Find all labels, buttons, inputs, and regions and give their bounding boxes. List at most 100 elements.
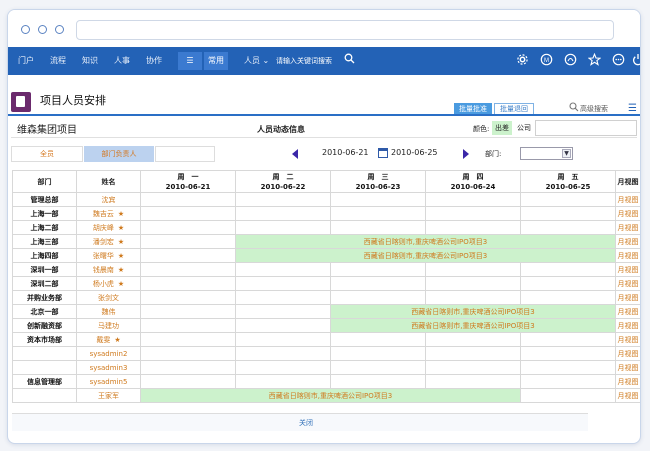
advanced-search-link[interactable]: 高级搜索 (580, 104, 608, 114)
person-cell[interactable]: 沈宾 (76, 192, 141, 207)
nav-item-hr[interactable]: 人事 (114, 47, 130, 75)
person-cell[interactable]: 胡庆峰 ★ (76, 220, 141, 235)
day-cell[interactable] (330, 346, 426, 361)
person-cell[interactable]: 潘剑宏 ★ (76, 234, 141, 249)
day-cell[interactable] (140, 206, 236, 221)
day-cell[interactable] (425, 290, 521, 305)
day-cell[interactable] (235, 262, 331, 277)
tab-dept-leader[interactable]: 部门负责人 (84, 146, 154, 162)
day-cell[interactable] (520, 290, 616, 305)
person-cell[interactable]: 钱晨南 ★ (76, 262, 141, 277)
nav-item-knowledge[interactable]: 知识 (82, 47, 98, 75)
day-cell[interactable] (235, 374, 331, 389)
month-view-link[interactable]: 月视图 (615, 388, 640, 403)
day-cell[interactable] (520, 262, 616, 277)
day-cell[interactable] (330, 332, 426, 347)
day-cell[interactable] (235, 276, 331, 291)
day-cell[interactable] (330, 262, 426, 277)
day-cell[interactable] (425, 192, 521, 207)
month-view-link[interactable]: 月视图 (615, 318, 640, 333)
person-cell[interactable]: 王家军 (76, 388, 141, 403)
address-bar[interactable] (76, 20, 614, 40)
day-cell[interactable] (140, 276, 236, 291)
close-button[interactable]: 关闭 (299, 418, 313, 428)
list-icon[interactable]: ☰ (628, 103, 637, 114)
day-cell[interactable] (235, 206, 331, 221)
dept-select[interactable]: ▼ (520, 147, 573, 160)
month-view-link[interactable]: 月视图 (615, 276, 640, 291)
day-cell[interactable] (235, 220, 331, 235)
date-start[interactable]: 2010-06-21 (322, 148, 369, 157)
window-dot-icon[interactable] (55, 25, 64, 34)
day-cell[interactable] (140, 234, 236, 249)
person-cell[interactable]: 马建功 (76, 318, 141, 333)
mail-icon[interactable]: M (539, 53, 554, 68)
day-cell[interactable] (330, 374, 426, 389)
day-cell[interactable] (235, 346, 331, 361)
search-input[interactable]: 请输入关键词搜索 (274, 52, 340, 70)
person-cell[interactable]: 张曙华 ★ (76, 248, 141, 263)
person-cell[interactable]: 魏伟 (76, 304, 141, 319)
nav-item-portal[interactable]: 门户 (18, 47, 34, 75)
more-icon[interactable] (611, 53, 626, 68)
month-view-link[interactable]: 月视图 (615, 304, 640, 319)
month-view-link[interactable]: 月视图 (615, 192, 640, 207)
day-cell[interactable] (330, 206, 426, 221)
calendar-icon[interactable] (378, 148, 388, 158)
day-cell[interactable] (140, 220, 236, 235)
person-cell[interactable]: 魏吉云 ★ (76, 206, 141, 221)
day-cell[interactable] (140, 290, 236, 305)
person-cell[interactable]: sysadmin5 (76, 374, 141, 389)
prev-week-icon[interactable] (292, 149, 298, 159)
person-cell[interactable]: 戴雯 ★ (76, 332, 141, 347)
trip-bar[interactable]: 西藏省日喀则市,重庆啤酒公司IPO项目3 (235, 248, 616, 263)
day-cell[interactable] (235, 360, 331, 375)
day-cell[interactable] (520, 276, 616, 291)
date-end[interactable]: 2010-06-25 (391, 148, 438, 157)
day-cell[interactable] (520, 374, 616, 389)
day-cell[interactable] (425, 360, 521, 375)
search-icon[interactable] (342, 53, 357, 68)
power-icon[interactable] (630, 53, 640, 68)
grid-menu-button[interactable]: ☰ (178, 52, 202, 70)
day-cell[interactable] (140, 374, 236, 389)
day-cell[interactable] (520, 388, 616, 403)
day-cell[interactable] (330, 290, 426, 305)
day-cell[interactable] (425, 220, 521, 235)
person-cell[interactable]: sysadmin3 (76, 360, 141, 375)
person-cell[interactable]: 杨小虎 ★ (76, 276, 141, 291)
theme-icon[interactable] (563, 53, 578, 68)
day-cell[interactable] (140, 332, 236, 347)
day-cell[interactable] (330, 360, 426, 375)
month-view-link[interactable]: 月视图 (615, 220, 640, 235)
day-cell[interactable] (140, 304, 236, 319)
day-cell[interactable] (140, 318, 236, 333)
day-cell[interactable] (235, 304, 331, 319)
day-cell[interactable] (425, 262, 521, 277)
day-cell[interactable] (425, 374, 521, 389)
tab-all-staff[interactable]: 全员 (11, 146, 83, 162)
nav-item-collab[interactable]: 协作 (146, 47, 162, 75)
day-cell[interactable] (520, 206, 616, 221)
day-cell[interactable] (330, 276, 426, 291)
day-cell[interactable] (140, 192, 236, 207)
nav-item-process[interactable]: 流程 (50, 47, 66, 75)
day-cell[interactable] (140, 262, 236, 277)
day-cell[interactable] (520, 192, 616, 207)
day-cell[interactable] (520, 220, 616, 235)
person-cell[interactable]: 张剑文 (76, 290, 141, 305)
month-view-link[interactable]: 月视图 (615, 234, 640, 249)
day-cell[interactable] (235, 290, 331, 305)
day-cell[interactable] (520, 360, 616, 375)
month-view-link[interactable]: 月视图 (615, 374, 640, 389)
day-cell[interactable] (520, 346, 616, 361)
month-view-link[interactable]: 月视图 (615, 206, 640, 221)
window-dot-icon[interactable] (38, 25, 47, 34)
day-cell[interactable] (140, 346, 236, 361)
day-cell[interactable] (235, 192, 331, 207)
day-cell[interactable] (140, 360, 236, 375)
month-view-link[interactable]: 月视图 (615, 346, 640, 361)
day-cell[interactable] (330, 220, 426, 235)
month-view-link[interactable]: 月视图 (615, 360, 640, 375)
search-scope-dropdown[interactable]: 人员 ⌄ (244, 47, 269, 75)
